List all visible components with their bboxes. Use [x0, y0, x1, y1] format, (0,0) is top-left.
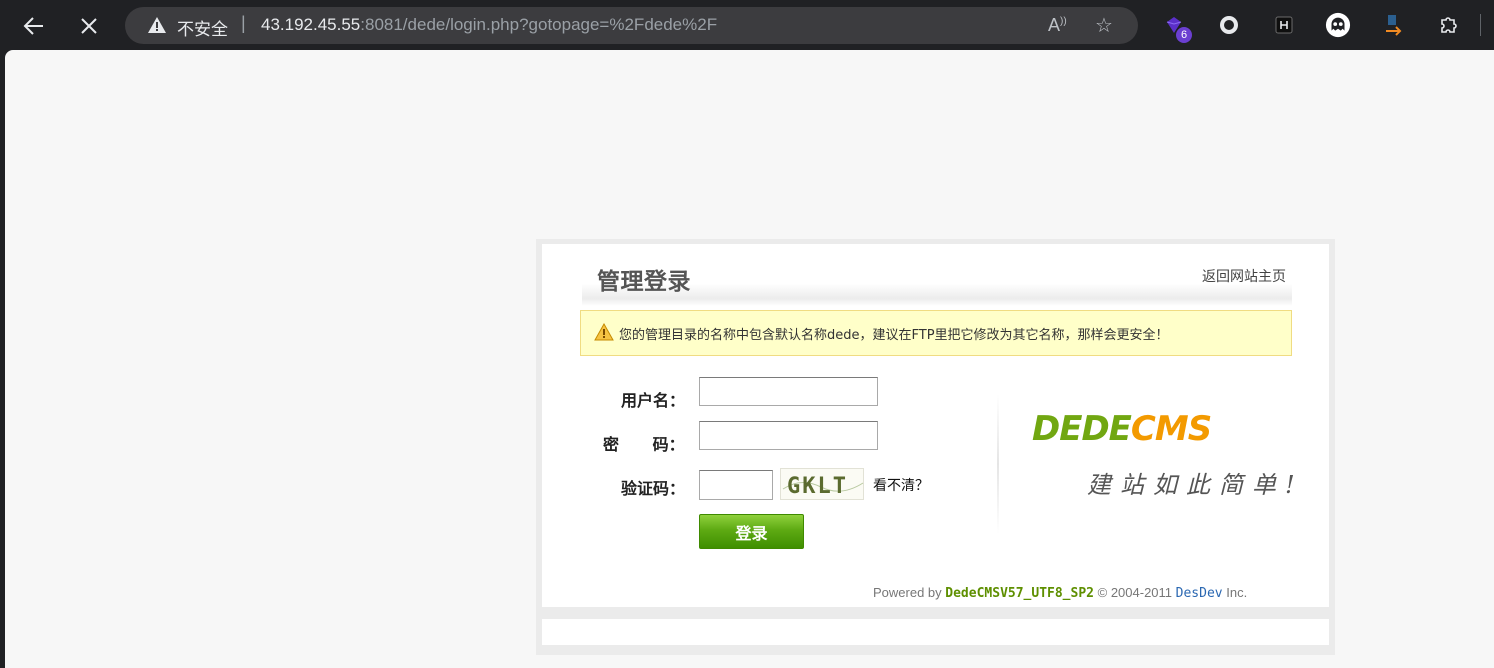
- security-status[interactable]: 不安全: [177, 15, 228, 40]
- back-arrow-icon[interactable]: [17, 9, 51, 43]
- puzzle-extensions-icon[interactable]: [1436, 12, 1462, 38]
- login-bottom-bar: [542, 619, 1329, 645]
- url-separator: |: [241, 13, 246, 33]
- login-title: 管理登录: [597, 269, 691, 295]
- captcha-text: GKLT: [787, 474, 848, 499]
- favorite-star-icon[interactable]: ☆: [1095, 13, 1113, 38]
- vertical-divider: [997, 394, 999, 534]
- ghost-extension-icon[interactable]: [1325, 12, 1351, 38]
- password-input[interactable]: [699, 421, 878, 450]
- login-button[interactable]: 登录: [699, 514, 804, 549]
- footer: Powered by DedeCMSV57_UTF8_SP2 © 2004-20…: [873, 585, 1247, 601]
- extension-badge: 6: [1176, 27, 1192, 43]
- username-input[interactable]: [699, 377, 878, 406]
- powered-by-text: Powered by: [873, 585, 942, 600]
- url-path: :8081/dede/login.php?gotopage=%2Fdede%2F: [360, 15, 718, 34]
- login-panel: 管理登录 返回网站主页 您的管理目录的名称中包含默认名称dede，建议在FTP里…: [536, 239, 1335, 655]
- slogan: 建站如此简单!: [1087, 471, 1304, 499]
- version-link[interactable]: DedeCMSV57_UTF8_SP2: [945, 586, 1094, 601]
- circle-extension-icon[interactable]: [1216, 12, 1242, 38]
- inc-text: Inc.: [1226, 585, 1248, 600]
- read-aloud-icon[interactable]: A)): [1048, 15, 1067, 36]
- copyright-text: © 2004-2011: [1097, 585, 1173, 600]
- browser-toolbar: 不安全 | 43.192.45.55:8081/dede/login.php?g…: [0, 0, 1494, 50]
- back-home-link[interactable]: 返回网站主页: [1202, 266, 1286, 286]
- captcha-label: 验证码：: [621, 479, 686, 498]
- warning-icon: [594, 323, 614, 341]
- notice-text: 您的管理目录的名称中包含默认名称dede，建议在FTP里把它修改为其它名称，那样…: [619, 328, 1169, 343]
- stop-loading-icon[interactable]: [72, 9, 106, 43]
- password-label: 密 码：: [603, 435, 685, 454]
- captcha-image[interactable]: GKLT: [780, 468, 864, 500]
- login-box: 管理登录 返回网站主页 您的管理目录的名称中包含默认名称dede，建议在FTP里…: [542, 244, 1329, 607]
- address-bar[interactable]: 不安全 | 43.192.45.55:8081/dede/login.php?g…: [125, 7, 1138, 44]
- logo-dede-text: DEDE: [1032, 409, 1132, 449]
- url-host: 43.192.45.55: [261, 15, 361, 34]
- logo-cms-text: CMS: [1130, 409, 1212, 449]
- page-viewport: 管理登录 返回网站主页 您的管理目录的名称中包含默认名称dede，建议在FTP里…: [5, 50, 1494, 668]
- security-notice: 您的管理目录的名称中包含默认名称dede，建议在FTP里把它修改为其它名称，那样…: [580, 310, 1292, 356]
- captcha-input[interactable]: [699, 470, 773, 500]
- toolbar-divider: [1480, 14, 1481, 36]
- dedecms-logo: DEDECMS: [1032, 409, 1212, 449]
- h-extension-icon[interactable]: [1271, 12, 1297, 38]
- arrow-extension-icon[interactable]: [1381, 12, 1407, 38]
- url-text[interactable]: 43.192.45.55:8081/dede/login.php?gotopag…: [261, 15, 717, 35]
- refresh-captcha-link[interactable]: 看不清？: [873, 475, 929, 495]
- warning-icon[interactable]: [147, 16, 167, 34]
- developer-link[interactable]: DesDev: [1176, 586, 1223, 601]
- username-label: 用户名：: [621, 391, 686, 410]
